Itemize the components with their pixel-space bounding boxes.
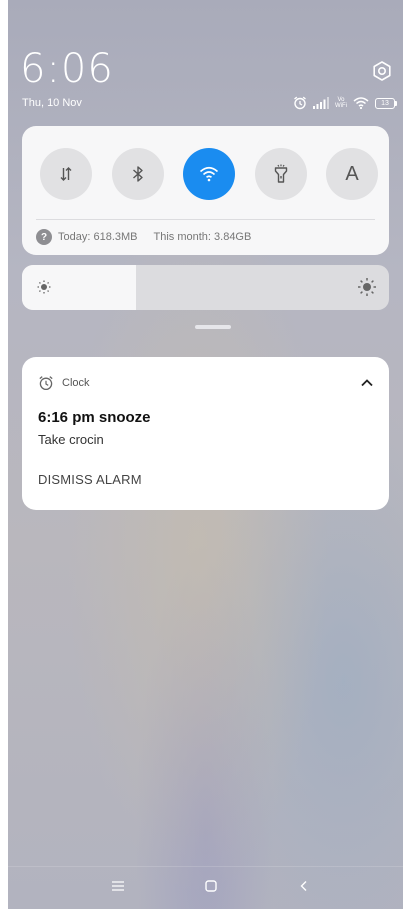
nav-divider <box>8 866 403 867</box>
brightness-high-icon <box>358 278 376 296</box>
alarm-icon <box>294 96 306 110</box>
wifi-calling-label: WiFi <box>335 103 347 109</box>
flashlight-icon <box>274 164 287 183</box>
settings-icon[interactable] <box>371 60 393 82</box>
help-icon: ? <box>36 229 52 245</box>
data-arrows-icon <box>60 167 72 181</box>
brightness-slider[interactable] <box>22 265 389 310</box>
quick-settings-toggles: A <box>40 148 378 200</box>
battery-level: 13 <box>375 97 395 109</box>
usage-month: This month: 3.84GB <box>153 231 252 243</box>
shade-drag-handle[interactable] <box>195 325 231 329</box>
clock-notification[interactable]: Clock 6:16 pm snooze Take crocin DISMISS… <box>22 357 389 510</box>
bluetooth-toggle[interactable] <box>111 148 164 200</box>
flashlight-toggle[interactable] <box>254 148 307 200</box>
battery-icon: 13 <box>375 97 397 109</box>
clock-time[interactable]: 6:06 <box>20 46 114 92</box>
navigation-bar <box>8 866 403 909</box>
dismiss-alarm-button[interactable]: DISMISS ALARM <box>38 472 142 487</box>
auto-brightness-toggle[interactable]: A <box>326 148 378 200</box>
notification-shade: 6:06 Thu, 10 Nov Vo WiFi 13 A ? Today: 6… <box>8 0 403 909</box>
quick-settings-panel: A ? Today: 618.3MB This month: 3.84GB <box>22 126 389 255</box>
notification-body: Take crocin <box>38 432 104 447</box>
home-icon[interactable] <box>204 879 218 893</box>
wifi-icon <box>199 166 219 182</box>
volte-wifi-icon: Vo WiFi <box>335 97 347 109</box>
alarm-clock-icon <box>39 376 53 391</box>
notification-header: Clock <box>38 375 90 391</box>
letter-a-icon: A <box>345 162 359 185</box>
bluetooth-icon <box>132 166 143 182</box>
signal-icon <box>313 97 329 109</box>
mobile-data-toggle[interactable] <box>40 148 92 200</box>
back-icon[interactable] <box>298 880 310 892</box>
brightness-low-icon <box>37 280 51 294</box>
notification-title: 6:16 pm snooze <box>38 409 151 426</box>
chevron-up-icon[interactable] <box>359 375 375 391</box>
data-usage[interactable]: ? Today: 618.3MB This month: 3.84GB <box>36 229 251 245</box>
wifi-toggle[interactable] <box>183 148 235 200</box>
status-icons: Vo WiFi 13 <box>293 95 397 111</box>
wifi-status-icon <box>353 97 369 109</box>
clock-date[interactable]: Thu, 10 Nov <box>22 97 82 109</box>
usage-today: Today: 618.3MB <box>58 231 138 243</box>
notification-app-name: Clock <box>62 377 90 389</box>
divider <box>36 219 375 220</box>
menu-icon[interactable] <box>111 880 125 892</box>
